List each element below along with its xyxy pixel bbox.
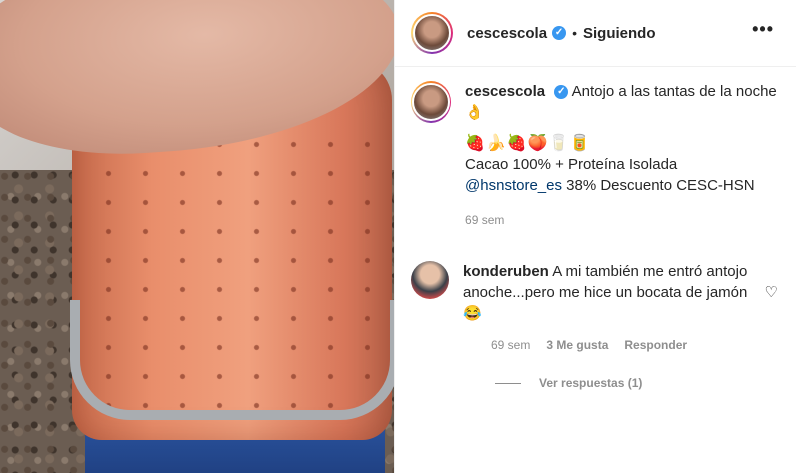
comment-text: konderuben A mi también me entró antojo … [463,261,750,324]
caption-line-3: 38% Descuento CESC-HSN [561,177,755,194]
caption-line-2: Cacao 100% + Proteína Isolada [465,156,678,173]
post-media[interactable] [0,0,394,473]
verified-badge-icon: ✓ [552,26,567,40]
commenter-avatar[interactable] [411,261,449,299]
verified-badge-icon: ✓ [554,85,569,100]
commenter-username[interactable]: konderuben [463,263,549,280]
following-button[interactable]: Siguiendo [583,25,656,42]
avatar-image [412,83,451,121]
author-username[interactable]: cescescola [467,25,547,42]
caption-emojis: 🍓🍌🍓🍑🥛🥫 [465,135,591,152]
author-avatar[interactable] [411,12,453,54]
caption-avatar[interactable] [411,81,452,123]
comment-time[interactable]: 69 sem [491,338,530,352]
comment-meta: 69 sem 3 Me gusta Responder [491,338,780,352]
caption-time[interactable]: 69 sem [465,210,780,231]
view-replies-label: Ver respuestas (1) [539,376,643,390]
blender-ring [70,300,394,420]
replies-divider [495,382,521,384]
post-header: cescescola ✓ • Siguiendo ••• [395,0,796,67]
heart-icon[interactable]: ♡ [765,283,778,301]
caption-username[interactable]: cescescola [465,83,545,100]
separator-dot: • [572,25,577,41]
caption-block: cescescola ✓ Antojo a las tantas de la n… [395,67,796,231]
comment-likes[interactable]: 3 Me gusta [546,338,608,352]
reply-button[interactable]: Responder [624,338,687,352]
caption-text: cescescola ✓ Antojo a las tantas de la n… [465,81,780,231]
more-options-icon[interactable]: ••• [752,20,774,38]
post-side-panel: cescescola ✓ • Siguiendo ••• cescescola … [394,0,796,473]
view-replies-button[interactable]: Ver respuestas (1) [495,376,780,390]
avatar-image [413,14,451,52]
mention-link[interactable]: @hsnstore_es [465,177,562,194]
comment: konderuben A mi también me entró antojo … [395,231,796,390]
